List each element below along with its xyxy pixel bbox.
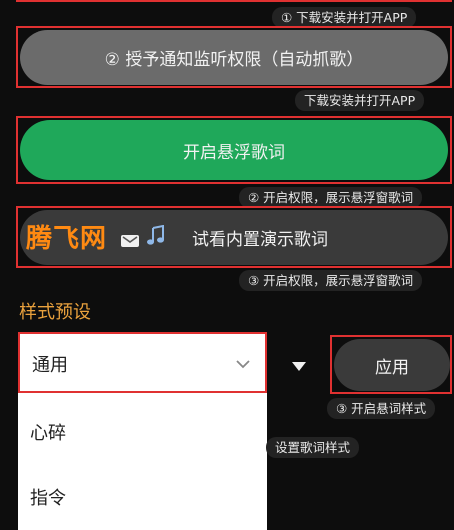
step4-hint-chip: ③ 开启权限，展示悬浮窗歌词 [239,270,423,291]
step3-hint-chip: ② 开启权限，展示悬浮窗歌词 [239,187,423,208]
demo-lyrics-label: 试看内置演示歌词 [192,230,328,250]
set-style-hint-chip: 设置歌词样式 [266,437,360,458]
mail-icon [121,235,139,247]
enable-floating-lyrics-button[interactable]: 开启悬浮歌词 [20,120,448,180]
apply-hint-chip: ③ 开启悬词样式 [327,398,436,419]
caret-down-icon[interactable] [292,362,306,371]
style-preset-title: 样式预设 [19,302,91,323]
selected-style-value: 通用 [32,355,68,376]
dropdown-option-zhiling[interactable]: 指令 [30,484,66,510]
grant-notification-permission-button[interactable]: ② 授予通知监听权限（自动抓歌） [20,30,448,85]
chevron-down-icon [236,360,250,369]
music-note-icon [147,225,164,245]
highlight-frame-top [16,0,452,2]
apply-style-button[interactable]: 应用 [334,339,450,391]
step2-hint-chip: 下载安装并打开APP [295,90,425,111]
step1-hint-chip: ① 下载安装并打开APP [272,7,417,28]
style-preset-dropdown: 心碎 指令 [18,393,267,530]
dropdown-option-xinsui[interactable]: 心碎 [30,419,66,445]
style-preset-select[interactable]: 通用 [18,332,267,393]
watermark-logo: 腾飞网 [26,224,108,254]
